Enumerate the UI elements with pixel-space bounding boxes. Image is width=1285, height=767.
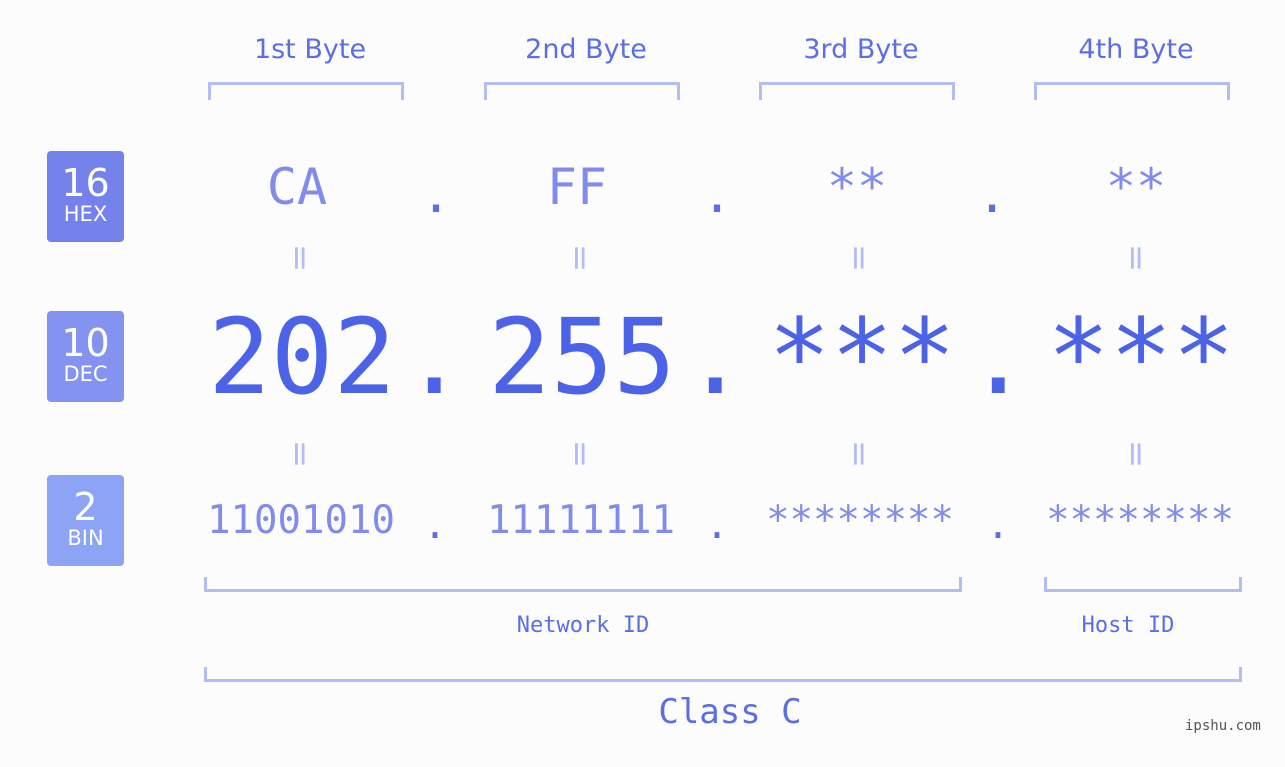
bracket-byte-4 xyxy=(1034,82,1230,100)
bin-badge-number: 2 xyxy=(73,485,98,529)
hex-badge-number: 16 xyxy=(61,161,110,205)
bin-dot-3: . xyxy=(986,503,1010,548)
bin-byte-1: 11001010 xyxy=(207,498,395,543)
class-bracket xyxy=(204,667,1242,682)
equals-icon: = xyxy=(280,243,320,273)
dec-byte-3: *** xyxy=(768,296,956,418)
header-byte-2: 2nd Byte xyxy=(525,34,647,65)
equals-icon: = xyxy=(1116,243,1156,273)
class-label: Class C xyxy=(658,692,802,732)
equals-icon: = xyxy=(839,439,879,469)
bracket-byte-2 xyxy=(484,82,680,100)
header-byte-1: 1st Byte xyxy=(253,34,367,65)
bin-byte-2: 11111111 xyxy=(487,498,675,543)
equals-icon: = xyxy=(560,439,600,469)
network-id-bracket xyxy=(204,577,962,592)
host-id-bracket xyxy=(1044,577,1242,592)
hex-byte-3: ** xyxy=(826,158,888,216)
bin-badge-label: BIN xyxy=(67,526,104,550)
bin-byte-3: ******** xyxy=(766,498,954,543)
dec-badge-number: 10 xyxy=(61,321,110,365)
hex-dot-2: . xyxy=(701,166,733,224)
hex-badge: 16 HEX xyxy=(47,151,124,242)
watermark: ipshu.com xyxy=(1185,718,1261,734)
dec-badge-label: DEC xyxy=(63,362,108,386)
hex-byte-4: ** xyxy=(1105,158,1167,216)
bracket-byte-3 xyxy=(759,82,955,100)
equals-icon: = xyxy=(560,243,600,273)
hex-dot-3: . xyxy=(976,166,1008,224)
header-byte-3: 3rd Byte xyxy=(803,34,919,65)
bin-byte-4: ******** xyxy=(1046,498,1234,543)
equals-icon: = xyxy=(1116,439,1156,469)
header-byte-4: 4th Byte xyxy=(1078,34,1194,65)
bin-dot-2: . xyxy=(705,503,729,548)
bin-dot-1: . xyxy=(423,503,447,548)
network-id-label: Network ID xyxy=(516,613,650,638)
dec-byte-2: 255 xyxy=(488,296,676,418)
host-id-label: Host ID xyxy=(1081,613,1175,638)
dec-byte-1: 202 xyxy=(208,296,396,418)
equals-icon: = xyxy=(280,439,320,469)
dec-badge: 10 DEC xyxy=(47,311,124,402)
dec-byte-4: *** xyxy=(1047,296,1235,418)
bin-badge: 2 BIN xyxy=(47,475,124,566)
equals-icon: = xyxy=(839,243,879,273)
hex-badge-label: HEX xyxy=(63,202,108,226)
bracket-byte-1 xyxy=(208,82,404,100)
hex-dot-1: . xyxy=(420,166,452,224)
hex-byte-2: FF xyxy=(546,158,608,216)
hex-byte-1: CA xyxy=(266,158,328,216)
